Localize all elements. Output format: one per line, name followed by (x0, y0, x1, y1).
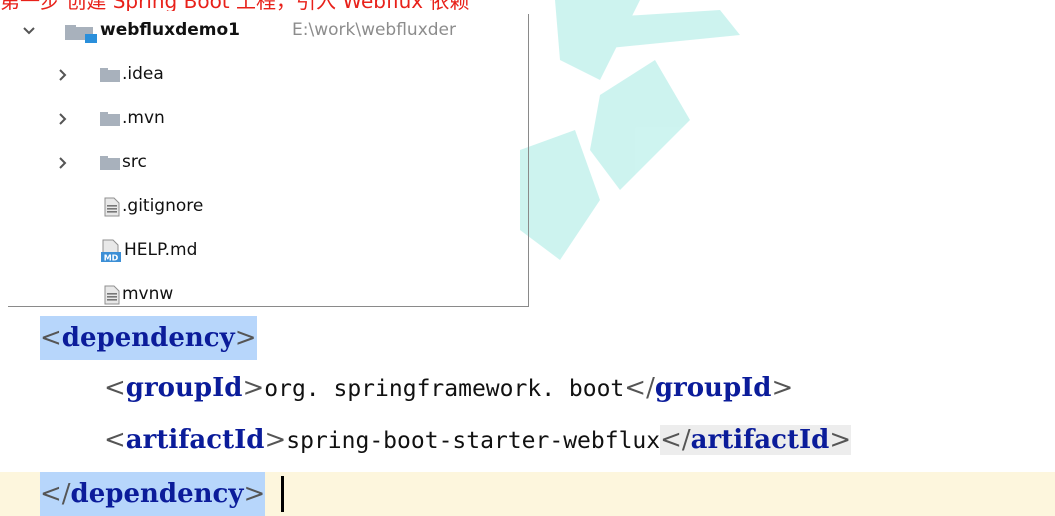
folder-icon (100, 112, 120, 126)
tree-item-mvn[interactable]: .mvn (8, 102, 528, 136)
module-folder-icon (65, 25, 97, 43)
code-line-artifactid: <artifactId>spring-boot-starter-webflux<… (0, 418, 1055, 462)
tree-item-label: .gitignore (122, 196, 204, 216)
text-caret (281, 476, 284, 512)
tree-root-name: webfluxdemo1 (100, 20, 240, 40)
artifactid-element[interactable]: <artifactId>spring-boot-starter-webflux<… (104, 418, 852, 463)
tree-item-idea[interactable]: .idea (8, 58, 528, 92)
markdown-file-icon: MD (101, 239, 121, 263)
tree-root-path: E:\work\webfluxder (292, 20, 456, 40)
tree-item-label: .mvn (122, 108, 165, 128)
tree-item-mvnw[interactable]: mvnw (8, 278, 528, 306)
tree-item-label: HELP.md (124, 240, 198, 260)
tree-item-gitignore[interactable]: .gitignore (8, 190, 528, 224)
artifactid-value: spring-boot-starter-webflux (286, 428, 661, 454)
chevron-right-icon[interactable] (56, 156, 70, 170)
folder-icon (100, 156, 120, 170)
caption-text: 第一步 创建 Spring Boot 工程，引入 Webflux 依赖 (0, 0, 469, 11)
chevron-right-icon[interactable] (56, 68, 70, 82)
dependency-open-tag[interactable]: <dependency> (40, 316, 257, 360)
project-tree-panel: webfluxdemo1 E:\work\webfluxder .idea .m… (8, 14, 529, 307)
code-line-groupid: <groupId>org. springframework. boot</gro… (0, 366, 1055, 410)
chevron-right-icon[interactable] (56, 112, 70, 126)
text-file-icon (104, 285, 120, 305)
svg-text:MD: MD (104, 254, 119, 263)
groupid-element[interactable]: <groupId>org. springframework. boot</gro… (104, 366, 793, 411)
code-line-dependency-open: <dependency> (0, 316, 1055, 360)
groupid-value: org. springframework. boot (264, 376, 625, 402)
dependency-close-tag[interactable]: </dependency> (40, 472, 266, 516)
code-line-dependency-close: </dependency> (0, 472, 1055, 516)
tree-item-src[interactable]: src (8, 146, 528, 180)
tree-item-help-md[interactable]: MD HELP.md (8, 234, 528, 268)
tree-item-label: .idea (122, 64, 164, 84)
code-editor[interactable]: <dependency> <groupId>org. springframewo… (0, 310, 1055, 516)
tree-item-label: src (122, 152, 147, 172)
tree-root-row[interactable]: webfluxdemo1 E:\work\webfluxder (8, 14, 528, 48)
tree-item-label: mvnw (122, 284, 174, 304)
chevron-down-icon[interactable] (22, 24, 36, 38)
text-file-icon (104, 197, 120, 217)
folder-icon (100, 68, 120, 82)
